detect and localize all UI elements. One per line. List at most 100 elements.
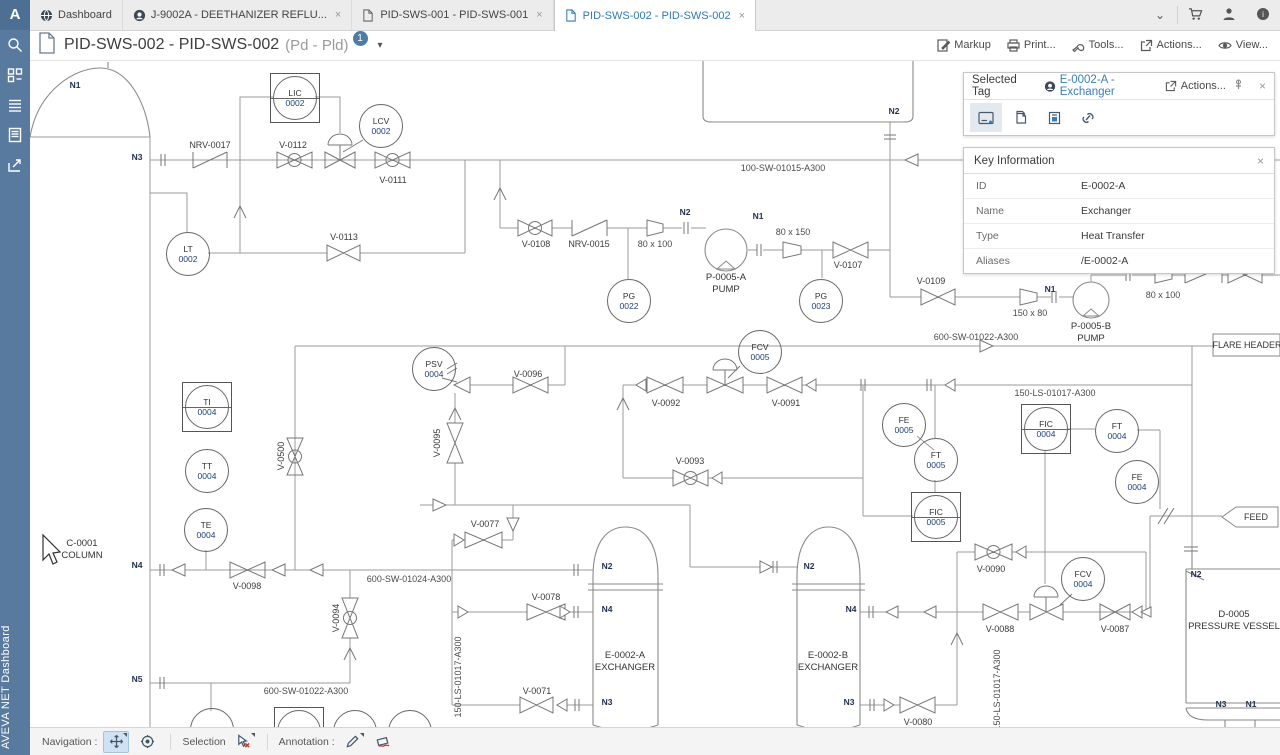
tab-label: PID-SWS-002 - PID-SWS-002 [583, 10, 731, 22]
valve-label: V-0087 [1101, 624, 1130, 634]
close-icon[interactable]: × [739, 10, 745, 22]
zoom-home-button[interactable] [135, 732, 159, 752]
instrument-bubble[interactable]: FCV0005 [738, 330, 782, 374]
annotate-pencil-button[interactable] [341, 732, 365, 752]
pipe-line-label: 600-SW-01024-A300 [367, 574, 451, 584]
cart-icon[interactable] [1178, 7, 1212, 24]
pipe-line-label: 80 x 150 [776, 227, 811, 237]
brand-text: AVEVA NET Dashboard [0, 589, 30, 749]
instrument-bubble[interactable]: TE0004 [184, 508, 228, 552]
nozzle-label: N2 [1191, 569, 1202, 579]
tab-pid-sws-002[interactable]: PID-SWS-002 - PID-SWS-002 × [554, 0, 756, 31]
divider [267, 734, 268, 750]
valve-label: NRV-0015 [568, 239, 609, 249]
info-icon[interactable]: i [1246, 7, 1280, 24]
instrument-bubble[interactable]: FCV0004 [1061, 557, 1105, 601]
instrument-bubble[interactable]: LT0002 [166, 232, 210, 276]
print-button[interactable]: Print... [1007, 39, 1056, 52]
tab-j9002a[interactable]: J-9002A - DEETHANIZER REFLU... × [123, 0, 352, 30]
apps-icon[interactable] [0, 60, 30, 90]
pipe-line-label: 600-SW-01022-A300 [934, 332, 1018, 342]
pan-tool-button[interactable] [103, 731, 129, 753]
equipment-label[interactable]: P-0005-APUMP [706, 272, 746, 297]
document-icon[interactable] [0, 120, 30, 150]
navigation-label: Navigation : [42, 736, 97, 748]
valve-label: V-0096 [514, 369, 543, 379]
export-icon[interactable] [0, 150, 30, 180]
equipment-label[interactable]: C-0001COLUMN [61, 538, 102, 563]
close-icon[interactable]: × [1257, 154, 1264, 168]
tools-button[interactable]: Tools... [1072, 39, 1124, 52]
markup-button[interactable]: Markup [937, 39, 991, 52]
link-icon[interactable] [1072, 103, 1104, 132]
panel-actions-button[interactable]: Actions... [1165, 80, 1226, 92]
list-icon[interactable] [0, 90, 30, 120]
equipment-label[interactable]: D-0005PRESSURE VESSEL [1188, 609, 1280, 634]
nozzle-label: N2 [804, 561, 815, 571]
pipe-line-label: 600-SW-01022-A300 [264, 686, 348, 696]
chevron-down-icon[interactable]: ▾ [378, 40, 383, 51]
details-card-icon[interactable] [970, 103, 1002, 132]
key-info-row: ID E-0002-A [964, 174, 1274, 199]
nozzle-label: N1 [1045, 284, 1056, 294]
instrument-bubble[interactable]: FE0005 [882, 403, 926, 447]
instrument-bubble[interactable]: FIC0004 [1024, 407, 1068, 451]
nozzle-label: N1 [1246, 699, 1257, 709]
instrument-bubble[interactable]: FT0004 [1095, 409, 1139, 453]
pin-icon[interactable] [1234, 79, 1243, 93]
instrument-bubble[interactable]: PG0023 [799, 279, 843, 323]
pipe-line-label: 150-LS-01017-A300 [992, 649, 1002, 730]
instrument-bubble[interactable]: FE0004 [1115, 460, 1159, 504]
instrument-bubble[interactable]: LCV0002 [359, 104, 403, 148]
tag-icon [1044, 80, 1056, 93]
title-bar: PID-SWS-002 - PID-SWS-002 (Pd - Pld) 1 ▾… [30, 30, 1280, 61]
instrument-bubble[interactable]: TT0004 [185, 449, 229, 493]
close-icon[interactable]: × [335, 9, 341, 21]
tab-overflow-chevron-icon[interactable]: ⌄ [1143, 8, 1177, 22]
page-icon [565, 9, 578, 22]
pipe-line-label: 150-LS-01017-A300 [453, 636, 463, 717]
selected-tag-link[interactable]: E-0002-A - Exchanger [1044, 74, 1165, 98]
instrument-bubble[interactable]: LIC0002 [273, 76, 317, 120]
nozzle-label: N5 [132, 674, 143, 684]
equipment-label[interactable]: E-0002-AEXCHANGER [595, 650, 655, 675]
equipment-label[interactable]: E-0002-BEXCHANGER [798, 650, 858, 675]
valve-label: V-0091 [772, 398, 801, 408]
globe-icon [40, 9, 53, 22]
aveva-logo: A [0, 0, 30, 30]
close-icon[interactable]: × [536, 9, 542, 21]
report-icon[interactable] [1038, 103, 1070, 132]
markup-count-badge[interactable]: 1 [353, 31, 368, 46]
instrument-bubble[interactable]: PSV0004 [412, 347, 456, 391]
viewer-toolbar: Navigation : Selection Annotation : [30, 727, 1280, 755]
divider [170, 734, 171, 750]
view-button[interactable]: View... [1218, 39, 1268, 52]
instrument-bubble[interactable]: FT0005 [914, 438, 958, 482]
actions-button[interactable]: Actions... [1140, 39, 1202, 52]
tab-dashboard[interactable]: Dashboard [30, 0, 123, 30]
valve-label: V-0080 [904, 717, 933, 727]
close-icon[interactable]: × [1259, 79, 1266, 93]
pipe-line-label: 150-LS-01017-A300 [1014, 388, 1095, 398]
nozzle-label: N4 [132, 560, 143, 570]
selection-label: Selection [182, 736, 225, 748]
user-icon[interactable] [1212, 7, 1246, 24]
tab-bar-controls: ⌄ i [1143, 0, 1280, 30]
nozzle-label: N1 [70, 80, 81, 90]
valve-label: V-0094 [331, 604, 341, 633]
annotation-label: Annotation : [279, 736, 335, 748]
valve-label: V-0111 [379, 175, 406, 185]
page-icon [38, 32, 56, 59]
selected-tag-title: Selected Tag [972, 74, 1034, 98]
equipment-label[interactable]: P-0005-BPUMP [1071, 321, 1111, 346]
documents-icon[interactable] [1004, 103, 1036, 132]
instrument-bubble[interactable]: FIC0005 [914, 495, 958, 539]
valve-label: NRV-0017 [189, 140, 230, 150]
instrument-bubble[interactable]: TI0004 [185, 385, 229, 429]
search-icon[interactable] [0, 30, 30, 60]
annotate-erase-button[interactable] [371, 732, 395, 752]
deselect-button[interactable] [232, 732, 256, 752]
sidebar: A AVEVA NET Dashboard [0, 0, 30, 755]
tab-pid-sws-001[interactable]: PID-SWS-001 - PID-SWS-001 × [352, 0, 553, 30]
instrument-bubble[interactable]: PG0022 [607, 279, 651, 323]
